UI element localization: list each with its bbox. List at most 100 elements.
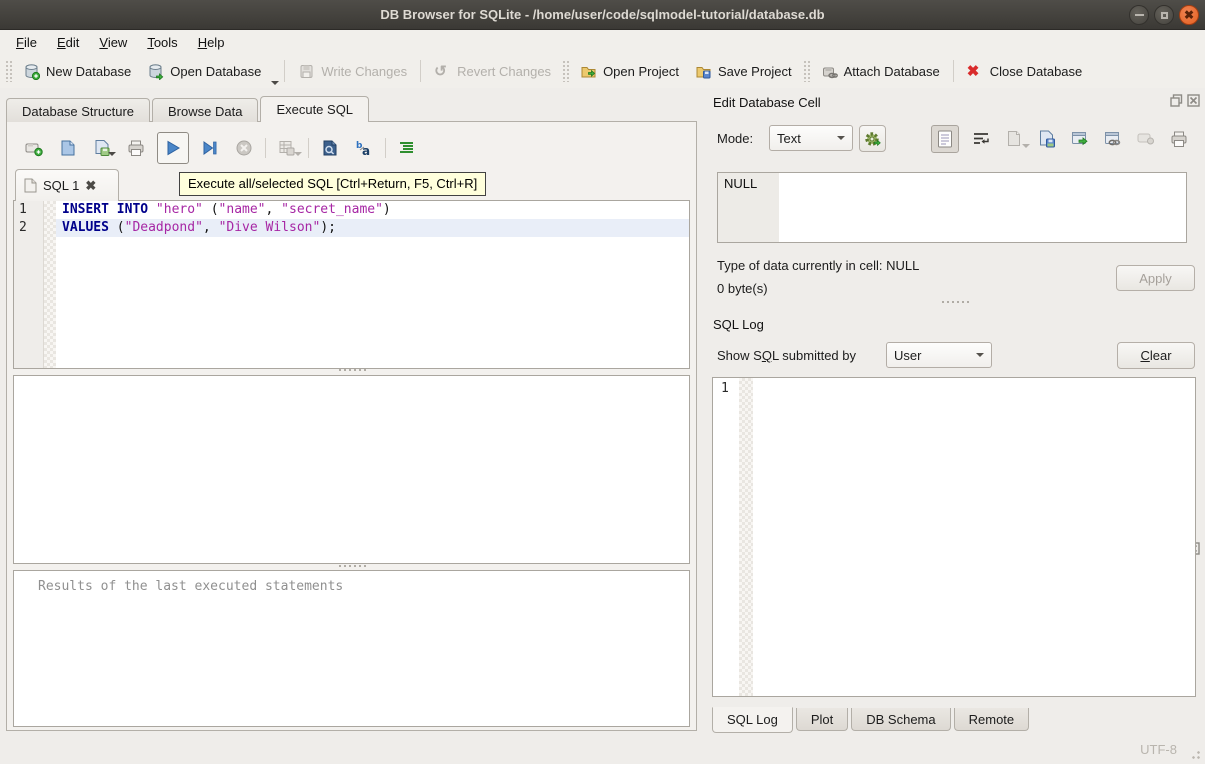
sql-log-filter-label: Show SQL submitted by xyxy=(717,348,856,363)
word-wrap-button[interactable] xyxy=(970,128,992,150)
minimize-button[interactable] xyxy=(1129,5,1149,25)
log-margin xyxy=(739,378,753,696)
float-panel-icon[interactable] xyxy=(1170,94,1183,107)
edit-cell-dock-buttons xyxy=(1170,94,1200,107)
sql-log-title: SQL Log xyxy=(705,317,764,332)
clear-log-label: Clear xyxy=(1140,348,1171,363)
maximize-icon xyxy=(1161,12,1168,19)
open-sql-file-button[interactable] xyxy=(59,139,77,157)
execute-current-line-button[interactable] xyxy=(201,139,219,157)
tab-database-structure[interactable]: Database Structure xyxy=(6,98,150,122)
dock-tab-db-schema[interactable]: DB Schema xyxy=(851,708,950,731)
execute-tooltip: Execute all/selected SQL [Ctrl+Return, F… xyxy=(179,172,486,196)
line-number-gutter: 1 2 xyxy=(14,201,44,368)
save-project-button[interactable]: Save Project xyxy=(687,58,800,85)
sql-code-editor[interactable]: 1 2 INSERT INTO "hero" ("name", "secret_… xyxy=(13,200,690,369)
save-project-icon xyxy=(695,63,712,80)
edit-cell-title: Edit Database Cell xyxy=(705,95,821,110)
menu-tools[interactable]: Tools xyxy=(137,32,187,53)
open-project-button[interactable]: Open Project xyxy=(572,58,687,85)
open-database-dropdown-icon[interactable] xyxy=(271,81,279,85)
resize-grip[interactable] xyxy=(1188,747,1201,760)
open-cell-data-button xyxy=(1003,128,1025,150)
attach-database-icon xyxy=(821,63,838,80)
close-button[interactable]: ✖ xyxy=(1179,5,1199,25)
results-grid[interactable] xyxy=(13,375,690,564)
save-sql-file-button[interactable] xyxy=(93,139,111,157)
write-changes-label: Write Changes xyxy=(321,64,407,79)
tab-browse-data[interactable]: Browse Data xyxy=(152,98,258,122)
svg-text:a: a xyxy=(362,144,370,157)
maximize-button[interactable] xyxy=(1154,5,1174,25)
sql-log-filter-select[interactable]: User xyxy=(886,342,992,368)
close-database-label: Close Database xyxy=(990,64,1083,79)
toolbar-drag-handle[interactable] xyxy=(803,60,810,82)
splitter-handle[interactable] xyxy=(7,565,698,567)
cell-value-editor[interactable]: NULL xyxy=(717,172,1187,243)
encoding-indicator[interactable]: UTF-8 xyxy=(1140,742,1177,757)
titlebar[interactable]: DB Browser for SQLite - /home/user/code/… xyxy=(0,0,1205,30)
open-project-icon xyxy=(580,63,597,80)
sql-toolbar-separator xyxy=(385,138,386,158)
save-sql-dropdown-icon[interactable] xyxy=(108,152,116,156)
minimize-icon xyxy=(1135,14,1144,16)
sql-log-filter-value: User xyxy=(894,348,921,363)
main-tab-bar: Database Structure Browse Data Execute S… xyxy=(6,96,371,122)
main-toolbar: New Database Open Database Write Changes… xyxy=(0,54,1205,88)
close-database-button[interactable]: ✖ Close Database xyxy=(959,58,1091,85)
new-sql-tab-button[interactable] xyxy=(25,139,43,157)
text-mode-button[interactable] xyxy=(931,125,959,153)
menu-view[interactable]: View xyxy=(89,32,137,53)
code-area[interactable]: INSERT INTO "hero" ("name", "secret_name… xyxy=(56,201,689,368)
new-database-button[interactable]: New Database xyxy=(15,58,139,85)
sql-toolbar-separator xyxy=(265,138,266,158)
open-database-icon xyxy=(147,63,164,80)
cell-text-area[interactable] xyxy=(779,173,1186,242)
tab-execute-sql[interactable]: Execute SQL xyxy=(260,96,369,122)
splitter-handle[interactable] xyxy=(7,369,698,371)
results-message-pane[interactable]: Results of the last executed statements xyxy=(13,570,690,727)
clear-log-button[interactable]: Clear xyxy=(1117,342,1195,369)
attach-database-button[interactable]: Attach Database xyxy=(813,58,948,85)
log-text-area[interactable] xyxy=(753,378,1195,696)
dock-tab-remote[interactable]: Remote xyxy=(954,708,1030,731)
format-sql-button[interactable] xyxy=(398,139,416,157)
toolbar-separator xyxy=(953,60,954,82)
copy-link-button[interactable] xyxy=(1102,128,1124,150)
code-line-1[interactable]: INSERT INTO "hero" ("name", "secret_name… xyxy=(56,201,689,219)
menu-help[interactable]: Help xyxy=(188,32,235,53)
write-changes-button: Write Changes xyxy=(290,58,415,85)
execute-all-icon xyxy=(164,139,182,157)
sql-editor-tab[interactable]: SQL 1 ✖ xyxy=(15,169,119,201)
chevron-down-icon xyxy=(976,353,984,357)
print-cell-button[interactable] xyxy=(1168,128,1190,150)
dock-splitter-handle[interactable] xyxy=(705,301,1205,303)
code-line-2[interactable]: VALUES ("Deadpond", "Dive Wilson"); xyxy=(56,219,689,237)
sql-log-view[interactable]: 1 xyxy=(712,377,1196,697)
close-panel-icon[interactable] xyxy=(1187,94,1200,107)
dock-tab-sql-log[interactable]: SQL Log xyxy=(712,707,793,733)
edit-cell-header: Edit Database Cell xyxy=(705,92,1205,112)
toolbar-separator xyxy=(420,60,421,82)
sql-tab-close-icon[interactable]: ✖ xyxy=(85,178,96,194)
open-database-button[interactable]: Open Database xyxy=(139,58,269,85)
print-sql-button[interactable] xyxy=(127,139,145,157)
mode-select[interactable]: Text xyxy=(769,125,853,151)
sql-editor-tab-label: SQL 1 xyxy=(43,178,79,193)
menu-edit[interactable]: Edit xyxy=(47,32,89,53)
menu-file[interactable]: File xyxy=(6,32,47,53)
import-cell-data-button[interactable] xyxy=(1036,128,1058,150)
find-button[interactable] xyxy=(321,139,339,157)
toolbar-drag-handle[interactable] xyxy=(562,60,569,82)
new-database-icon xyxy=(23,63,40,80)
save-results-dropdown-icon xyxy=(294,152,302,156)
db-browser-window: DB Browser for SQLite - /home/user/code/… xyxy=(0,0,1205,764)
bookmark-margin xyxy=(44,201,56,368)
dock-tab-plot[interactable]: Plot xyxy=(796,708,848,731)
toolbar-drag-handle[interactable] xyxy=(5,60,12,82)
execute-sql-panel: ba SQL 1 ✖ Execute all/selected SQL [Ctr… xyxy=(6,121,697,731)
auto-format-button[interactable] xyxy=(859,125,886,152)
execute-all-button[interactable] xyxy=(157,132,189,164)
export-cell-data-button[interactable] xyxy=(1069,128,1091,150)
find-replace-button[interactable]: ba xyxy=(355,139,373,157)
